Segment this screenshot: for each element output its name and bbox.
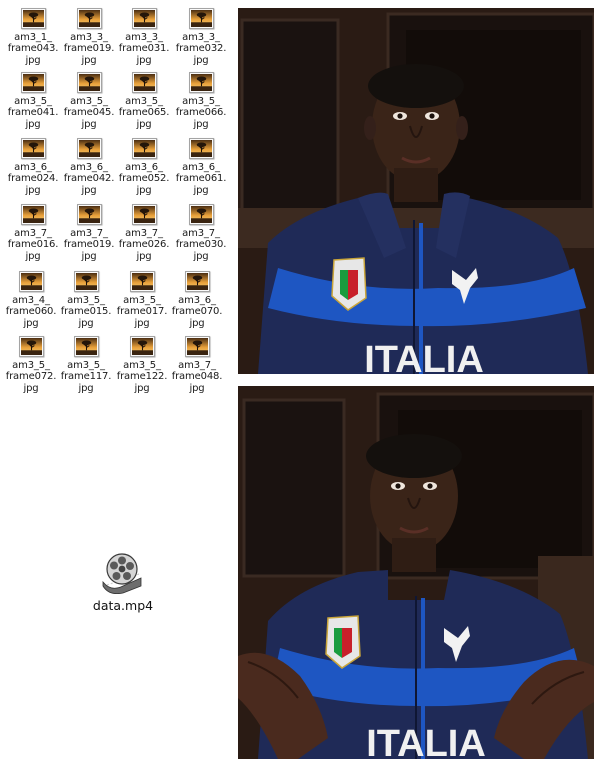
image-thumbnail-icon [131,8,157,29]
image-thumbnail-icon [184,271,210,292]
image-file-label: am3_3_ frame019. jpg [63,32,115,66]
image-file[interactable]: am3_5_ frame015. jpg [55,271,117,329]
image-file-label: am3_5_ frame041. jpg [7,96,59,130]
image-file-label: am3_7_ frame016. jpg [7,228,59,262]
film-reel-icon [102,553,142,594]
image-thumbnail-icon [76,72,102,93]
image-file[interactable]: am3_3_ frame031. jpg [113,8,175,66]
image-thumbnail-icon [188,8,214,29]
image-thumbnail-icon [20,138,46,159]
image-thumbnail-icon [188,204,214,225]
image-file-label: am3_6_ frame061. jpg [175,162,227,196]
image-thumbnail-icon [131,138,157,159]
image-file-label: am3_7_ frame026. jpg [118,228,170,262]
image-file-label: am3_5_ frame066. jpg [175,96,227,130]
image-file-label: am3_5_ frame015. jpg [60,295,112,329]
image-file-label: am3_6_ frame052. jpg [118,162,170,196]
image-file[interactable]: am3_6_ frame042. jpg [58,138,120,196]
image-file[interactable]: am3_5_ frame072. jpg [0,336,62,394]
image-file-label: am3_1_ frame043. jpg [7,32,59,66]
image-thumbnail-icon [18,336,44,357]
image-thumbnail-icon [129,336,155,357]
image-thumbnail-icon [20,72,46,93]
video-file-label: data.mp4 [92,598,154,613]
image-file-label: am3_5_ frame045. jpg [63,96,115,130]
image-file[interactable]: am3_7_ frame026. jpg [113,204,175,262]
image-file[interactable]: am3_5_ frame065. jpg [113,72,175,130]
image-file-label: am3_5_ frame065. jpg [118,96,170,130]
image-file[interactable]: am3_3_ frame032. jpg [170,8,232,66]
person-photo: ITALIA [238,386,594,759]
image-file[interactable]: am3_6_ frame061. jpg [170,138,232,196]
jacket-text-bottom: ITALIA [366,723,486,759]
image-file[interactable]: am3_6_ frame070. jpg [166,271,228,329]
image-file[interactable]: am3_7_ frame016. jpg [2,204,64,262]
image-thumbnail-icon [188,138,214,159]
image-file[interactable]: am3_7_ frame048. jpg [166,336,228,394]
image-file[interactable]: am3_5_ frame117. jpg [55,336,117,394]
image-file[interactable]: am3_5_ frame122. jpg [111,336,173,394]
image-file[interactable]: am3_5_ frame066. jpg [170,72,232,130]
image-file-label: am3_3_ frame031. jpg [118,32,170,66]
image-thumbnail-icon [131,72,157,93]
file-grid: am3_1_ frame043. jpg am3_3_ frame019. jpg am3_… [0,0,236,400]
image-thumbnail-icon [188,72,214,93]
image-file-label: am3_5_ frame122. jpg [116,360,168,394]
jacket-text-top: ITALIA [364,339,484,374]
image-thumbnail-icon [20,8,46,29]
image-file-label: am3_7_ frame019. jpg [63,228,115,262]
image-file-label: am3_6_ frame070. jpg [171,295,223,329]
image-thumbnail-icon [76,8,102,29]
image-file-label: am3_5_ frame017. jpg [116,295,168,329]
video-frame-photo-top: ITALIA [238,8,594,374]
image-file[interactable]: am3_6_ frame024. jpg [2,138,64,196]
image-thumbnail-icon [20,204,46,225]
video-frame-photo-bottom: ITALIA [238,386,594,759]
image-file[interactable]: am3_7_ frame019. jpg [58,204,120,262]
image-file[interactable]: am3_5_ frame041. jpg [2,72,64,130]
image-thumbnail-icon [73,336,99,357]
image-thumbnail-icon [184,336,210,357]
image-file-label: am3_7_ frame030. jpg [175,228,227,262]
image-file[interactable]: am3_3_ frame019. jpg [58,8,120,66]
image-thumbnail-icon [73,271,99,292]
image-file[interactable]: am3_4_ frame060. jpg [0,271,62,329]
image-thumbnail-icon [129,271,155,292]
image-file[interactable]: am3_5_ frame017. jpg [111,271,173,329]
image-file-label: am3_7_ frame048. jpg [171,360,223,394]
person-photo: ITALIA [238,8,594,374]
image-thumbnail-icon [18,271,44,292]
image-thumbnail-icon [76,138,102,159]
image-file-label: am3_6_ frame024. jpg [7,162,59,196]
image-file[interactable]: am3_7_ frame030. jpg [170,204,232,262]
video-file[interactable]: data.mp4 [88,552,158,613]
image-thumbnail-icon [76,204,102,225]
image-file[interactable]: am3_5_ frame045. jpg [58,72,120,130]
image-file-label: am3_6_ frame042. jpg [63,162,115,196]
image-file[interactable]: am3_1_ frame043. jpg [2,8,64,66]
image-file[interactable]: am3_6_ frame052. jpg [113,138,175,196]
image-file-label: am3_5_ frame072. jpg [5,360,57,394]
image-file-label: am3_5_ frame117. jpg [60,360,112,394]
image-file-label: am3_4_ frame060. jpg [5,295,57,329]
image-file-label: am3_3_ frame032. jpg [175,32,227,66]
image-thumbnail-icon [131,204,157,225]
